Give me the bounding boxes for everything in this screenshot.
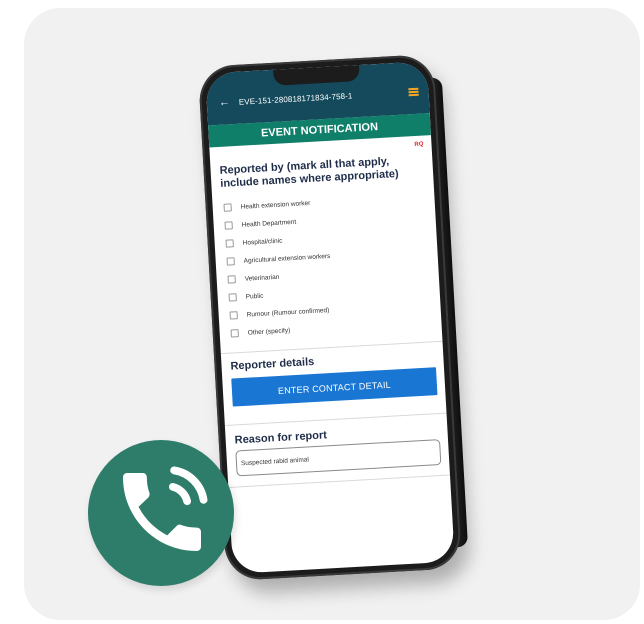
checkbox[interactable] (227, 275, 236, 284)
option-label: Agricultural extension workers (243, 252, 331, 265)
checkbox[interactable] (224, 221, 233, 230)
checkbox[interactable] (223, 203, 232, 212)
call-badge (88, 440, 234, 586)
option-label: Veterinarian (244, 273, 280, 283)
back-arrow-icon[interactable]: ← (219, 96, 231, 109)
checkbox[interactable] (228, 293, 237, 302)
checkbox[interactable] (225, 239, 234, 248)
section-divider (228, 474, 451, 488)
required-tag: RQ (414, 141, 424, 149)
option-label: Public (245, 292, 264, 301)
phone-call-icon (123, 466, 208, 551)
option-label: Health Department (241, 218, 297, 229)
enter-contact-detail-button[interactable]: ENTER CONTACT DETAIL (231, 367, 438, 407)
checkbox[interactable] (229, 311, 238, 320)
option-label: Rumour (Rumour confirmed) (246, 306, 330, 319)
event-id: EVE-151-280818171834-758-1 (238, 91, 353, 107)
option-label: Other (specify) (247, 326, 291, 337)
reported-by-options: Health extension worker Health Departmen… (223, 188, 432, 343)
option-label: Hospital/clinic (242, 237, 283, 247)
phone-screen: ← EVE-151-280818171834-758-1 EVENT NOTIF… (205, 61, 455, 574)
hamburger-menu-icon[interactable] (408, 87, 419, 97)
phone-mockup: ← EVE-151-280818171834-758-1 EVENT NOTIF… (197, 53, 469, 582)
reported-by-heading: Reported by (mark all that apply, includ… (219, 155, 399, 190)
checkbox[interactable] (226, 257, 235, 266)
option-label: Health extension worker (240, 199, 311, 211)
checkbox[interactable] (230, 329, 239, 338)
